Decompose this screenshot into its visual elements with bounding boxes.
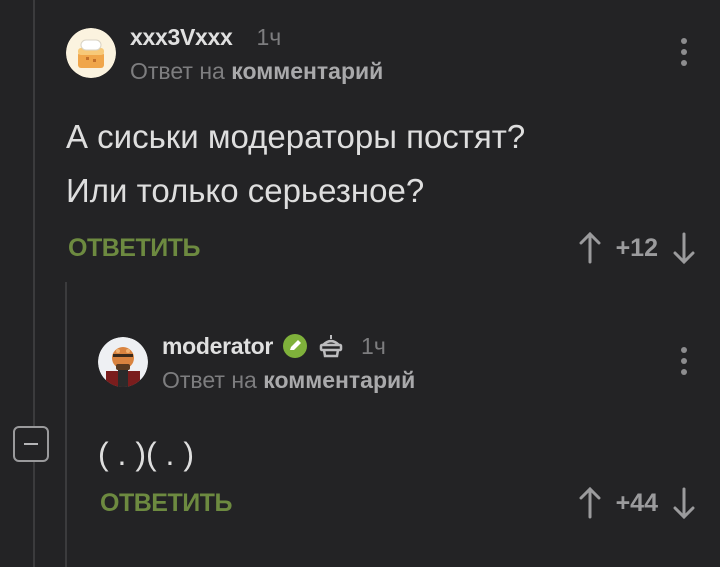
arrow-down-icon[interactable]	[672, 230, 696, 266]
thread-line-outer	[33, 0, 35, 567]
reply-target-link[interactable]: комментарий	[231, 58, 383, 84]
reply-to: Ответ на комментарий	[162, 367, 415, 394]
collapse-thread-button[interactable]	[13, 426, 49, 462]
username[interactable]: moderator	[162, 333, 273, 360]
comment-line: А сиськи модераторы постят?	[66, 118, 526, 155]
comment-line: ( . )( . )	[98, 436, 194, 472]
arrow-down-icon[interactable]	[672, 485, 696, 521]
timestamp[interactable]: 1ч	[361, 333, 386, 360]
more-vertical-icon[interactable]	[680, 347, 688, 375]
reply-to: Ответ на комментарий	[130, 58, 383, 85]
cake-icon	[319, 335, 343, 358]
username[interactable]: xxx3Vxxx	[130, 24, 233, 51]
author-row: xxx3Vxxx 1ч	[130, 22, 281, 52]
comment-text: ( . )( . )	[98, 427, 194, 481]
comment-actions: ОТВЕТИТЬ +12	[66, 230, 706, 270]
avatar-moderator-icon	[98, 337, 148, 387]
reply-target-link[interactable]: комментарий	[263, 367, 415, 393]
comment-text: А сиськи модераторы постят? Или только с…	[66, 110, 525, 218]
reply-prefix: Ответ на	[130, 58, 225, 84]
avatar[interactable]	[98, 337, 148, 387]
rating: +12	[615, 233, 658, 262]
rating: +44	[615, 488, 658, 517]
verified-icon	[283, 334, 308, 358]
timestamp[interactable]: 1ч	[256, 24, 281, 51]
avatar[interactable]	[66, 28, 116, 78]
vote-controls: +44	[578, 485, 696, 521]
vote-controls: +12	[578, 230, 696, 266]
avatar-cake-icon	[66, 28, 116, 78]
arrow-up-icon[interactable]	[578, 485, 602, 521]
arrow-up-icon[interactable]	[578, 230, 602, 266]
reply-button[interactable]: ОТВЕТИТЬ	[68, 234, 200, 263]
author-row: moderator 1ч	[162, 331, 386, 361]
more-vertical-icon[interactable]	[680, 38, 688, 66]
comment-actions: ОТВЕТИТЬ +44	[98, 485, 706, 525]
reply-prefix: Ответ на	[162, 367, 257, 393]
comment-line: Или только серьезное?	[66, 172, 425, 209]
thread-line-inner	[65, 282, 67, 567]
reply-button[interactable]: ОТВЕТИТЬ	[100, 489, 232, 518]
